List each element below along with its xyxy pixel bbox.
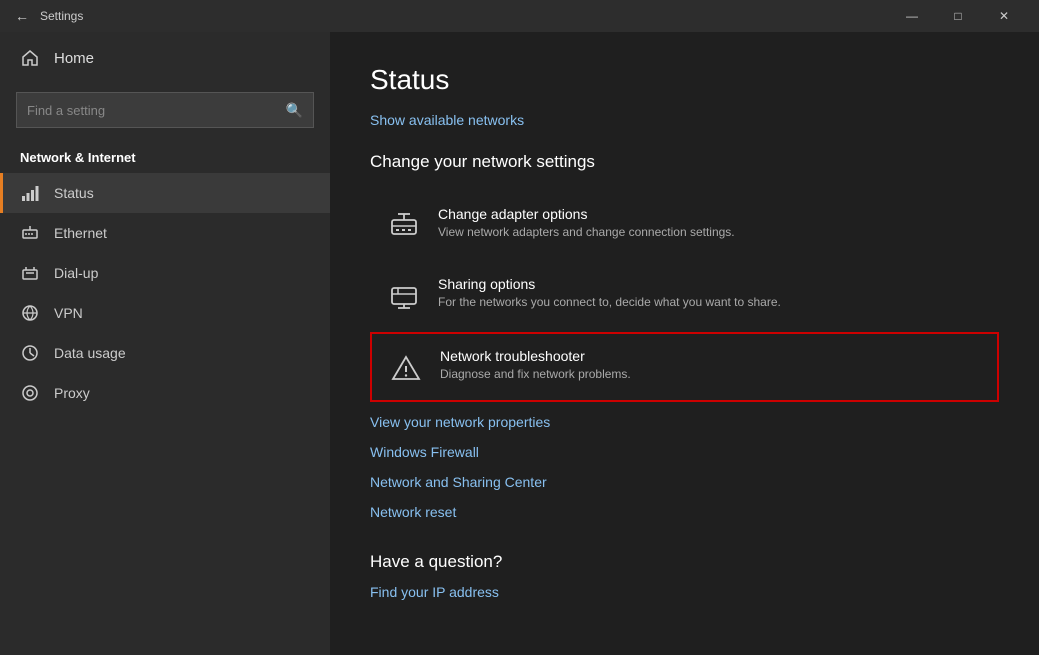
troubleshooter-title: Network troubleshooter	[440, 348, 981, 364]
sharing-icon	[386, 278, 422, 314]
page-title: Status	[370, 64, 999, 96]
ethernet-label: Ethernet	[54, 225, 107, 241]
title-bar: ← Settings — □ ✕	[0, 0, 1039, 32]
dialup-label: Dial-up	[54, 265, 98, 281]
troubleshooter-desc: Diagnose and fix network problems.	[440, 367, 981, 381]
proxy-icon	[20, 383, 40, 403]
window-controls: — □ ✕	[889, 0, 1027, 32]
ethernet-icon	[20, 223, 40, 243]
maximize-button[interactable]: □	[935, 0, 981, 32]
sidebar: Home 🔍 Network & Internet Status	[0, 32, 330, 655]
settings-links: View your network properties Windows Fir…	[370, 414, 999, 520]
search-container: 🔍	[0, 84, 330, 140]
adapter-title: Change adapter options	[438, 206, 983, 222]
firewall-link[interactable]: Windows Firewall	[370, 444, 999, 460]
back-button[interactable]: ←	[12, 6, 32, 26]
sidebar-item-vpn[interactable]: VPN	[0, 293, 330, 333]
have-question-title: Have a question?	[370, 552, 999, 572]
sidebar-item-datausage[interactable]: Data usage	[0, 333, 330, 373]
change-settings-title: Change your network settings	[370, 152, 999, 172]
show-available-networks-link[interactable]: Show available networks	[370, 112, 999, 128]
search-input[interactable]	[27, 103, 278, 118]
sharing-title: Sharing options	[438, 276, 983, 292]
sidebar-item-dialup[interactable]: Dial-up	[0, 253, 330, 293]
vpn-icon	[20, 303, 40, 323]
proxy-label: Proxy	[54, 385, 90, 401]
search-box: 🔍	[16, 92, 314, 128]
adapter-icon	[386, 208, 422, 244]
sidebar-item-proxy[interactable]: Proxy	[0, 373, 330, 413]
content-area: Status Show available networks Change yo…	[330, 32, 1039, 655]
status-label: Status	[54, 185, 94, 201]
sidebar-home-label: Home	[54, 50, 94, 67]
sharing-options[interactable]: Sharing options For the networks you con…	[370, 262, 999, 328]
sidebar-item-ethernet[interactable]: Ethernet	[0, 213, 330, 253]
vpn-label: VPN	[54, 305, 83, 321]
sidebar-item-home[interactable]: Home	[0, 32, 330, 84]
close-button[interactable]: ✕	[981, 0, 1027, 32]
troubleshooter-option[interactable]: Network troubleshooter Diagnose and fix …	[370, 332, 999, 402]
adapter-options[interactable]: Change adapter options View network adap…	[370, 192, 999, 258]
sharing-center-link[interactable]: Network and Sharing Center	[370, 474, 999, 490]
search-icon: 🔍	[286, 102, 303, 119]
dialup-icon	[20, 263, 40, 283]
status-icon	[20, 183, 40, 203]
minimize-button[interactable]: —	[889, 0, 935, 32]
network-props-link[interactable]: View your network properties	[370, 414, 999, 430]
adapter-desc: View network adapters and change connect…	[438, 225, 983, 239]
sharing-desc: For the networks you connect to, decide …	[438, 295, 983, 309]
network-reset-link[interactable]: Network reset	[370, 504, 999, 520]
title-bar-title: Settings	[40, 9, 889, 23]
datausage-label: Data usage	[54, 345, 126, 361]
sidebar-item-status[interactable]: Status	[0, 173, 330, 213]
sidebar-section-title: Network & Internet	[0, 140, 330, 173]
datausage-icon	[20, 343, 40, 363]
main-layout: Home 🔍 Network & Internet Status	[0, 32, 1039, 655]
home-icon	[20, 48, 40, 68]
find-ip-link[interactable]: Find your IP address	[370, 584, 999, 600]
troubleshooter-icon	[388, 350, 424, 386]
